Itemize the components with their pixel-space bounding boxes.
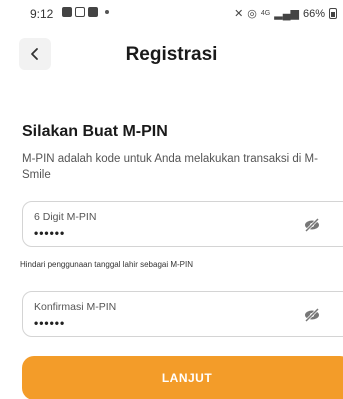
app-notification-icon	[88, 7, 98, 17]
eye-slash-icon	[304, 307, 320, 323]
hotspot-icon: ◎	[247, 8, 257, 20]
signal-icon: ▂▄▆	[274, 8, 299, 20]
network-type: 4G	[260, 10, 271, 17]
confirm-pin-label: Konfirmasi M-PIN	[34, 301, 117, 313]
status-bar: 9:12 ✕ ◎ 4G ▂▄▆ 66%	[0, 0, 343, 28]
form-heading: Silakan Buat M-PIN	[22, 123, 168, 140]
confirm-pin-input-field[interactable]: Konfirmasi M-PIN ••••••	[22, 291, 343, 337]
confirm-pin-visibility-toggle[interactable]	[303, 306, 321, 324]
status-time: 9:12	[30, 7, 54, 21]
notification-icons	[62, 7, 109, 17]
instagram-notification-icon	[75, 7, 85, 17]
gallery-notification-icon	[62, 7, 72, 17]
confirm-pin-value[interactable]: ••••••	[34, 316, 65, 330]
submit-button[interactable]: LANJUT	[22, 356, 343, 399]
battery-percent: 66%	[302, 7, 325, 20]
pin-input-label: 6 Digit M-PIN	[34, 211, 97, 223]
system-indicators: ✕ ◎ 4G ▂▄▆ 66%	[234, 7, 337, 20]
eye-slash-icon	[304, 217, 320, 233]
pin-hint: Hindari penggunaan tanggal lahir sebagai…	[20, 260, 193, 269]
page-title: Registrasi	[125, 44, 218, 65]
pin-input-field[interactable]: 6 Digit M-PIN ••••••	[22, 201, 343, 247]
battery-icon	[329, 8, 337, 19]
form-description: M-PIN adalah kode untuk Anda melakukan t…	[22, 153, 318, 181]
mute-icon: ✕	[234, 8, 244, 20]
more-notifications-icon	[105, 10, 109, 14]
pin-input-value[interactable]: ••••••	[34, 226, 65, 240]
pin-visibility-toggle[interactable]	[303, 216, 321, 234]
